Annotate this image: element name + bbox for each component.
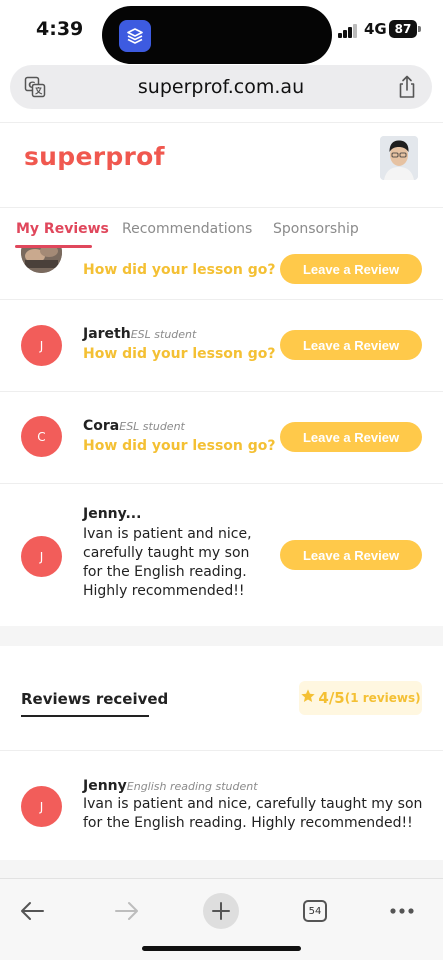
review-text: Ivan is patient and nice, carefully taug… bbox=[83, 796, 423, 831]
list-item: J JennyEnglish reading student Ivan is p… bbox=[0, 751, 443, 860]
student-role: ESL student bbox=[130, 328, 197, 341]
lesson-prompt: How did your lesson go? bbox=[83, 438, 276, 454]
leave-review-button[interactable]: Leave a Review bbox=[280, 254, 422, 284]
battery-tip bbox=[418, 26, 421, 32]
avatar: C bbox=[21, 416, 62, 457]
status-bar: 4:39 4G 87 bbox=[0, 0, 443, 64]
leave-review-button[interactable]: Leave a Review bbox=[280, 540, 422, 570]
superprof-logo[interactable]: superprof bbox=[24, 142, 165, 171]
site-header: superprof bbox=[0, 122, 443, 208]
lesson-prompt: How did your lesson go? bbox=[83, 346, 276, 362]
tab-my-reviews[interactable]: My Reviews bbox=[16, 221, 109, 237]
avatar: J bbox=[21, 786, 62, 827]
signal-icon bbox=[338, 24, 360, 38]
student-name: Jareth bbox=[83, 326, 131, 342]
tab-recommendations[interactable]: Recommendations bbox=[122, 221, 252, 237]
avatar: J bbox=[21, 325, 62, 366]
rating-badge: 4/5 (1 reviews) bbox=[299, 681, 422, 715]
list-item: How did your lesson go? Leave a Review bbox=[0, 248, 443, 300]
dynamic-island bbox=[102, 6, 332, 64]
section-title: Reviews received bbox=[21, 690, 169, 708]
browser-toolbar: 54 bbox=[0, 878, 443, 960]
review-text: Ivan is patient and nice, carefully taug… bbox=[83, 526, 252, 599]
list-item: J Jenny... Ivan is patient and nice, car… bbox=[0, 484, 443, 626]
more-icon[interactable] bbox=[380, 889, 424, 933]
lesson-prompt: How did your lesson go? bbox=[83, 262, 276, 278]
plus-icon bbox=[203, 893, 239, 929]
network-type: 4G bbox=[364, 20, 387, 38]
address-bar[interactable]: G superprof.com.au bbox=[10, 65, 432, 109]
student-name: Cora bbox=[83, 418, 120, 434]
student-role: ESL student bbox=[119, 420, 185, 433]
share-icon[interactable] bbox=[396, 75, 418, 99]
home-indicator bbox=[142, 946, 301, 951]
star-icon bbox=[300, 688, 316, 708]
student-name: Jenny... bbox=[83, 506, 142, 522]
profile-avatar[interactable] bbox=[380, 136, 418, 180]
rating-score: 4/5 bbox=[318, 689, 345, 707]
title-underline bbox=[21, 715, 149, 717]
student-name: Jenny bbox=[83, 778, 127, 794]
section-divider bbox=[0, 860, 443, 878]
tab-count: 54 bbox=[303, 900, 327, 922]
my-reviews-list: How did your lesson go? Leave a Review J… bbox=[0, 248, 443, 626]
review-tabs: My Reviews Recommendations Sponsorship bbox=[0, 208, 443, 248]
tab-sponsorship[interactable]: Sponsorship bbox=[273, 221, 359, 237]
reviews-received-section: Reviews received 4/5 (1 reviews) J Jenny… bbox=[0, 646, 443, 860]
forward-icon[interactable] bbox=[105, 889, 149, 933]
avatar bbox=[21, 248, 62, 273]
rating-count: (1 reviews) bbox=[344, 691, 421, 705]
leave-review-button[interactable]: Leave a Review bbox=[280, 330, 422, 360]
list-item: J JarethESL student How did your lesson … bbox=[0, 300, 443, 392]
app-layers-icon bbox=[119, 20, 151, 52]
student-role: English reading student bbox=[126, 780, 258, 793]
status-time: 4:39 bbox=[36, 18, 84, 40]
battery-icon: 87 bbox=[389, 20, 417, 38]
back-icon[interactable] bbox=[10, 889, 54, 933]
tabs-button[interactable]: 54 bbox=[293, 889, 337, 933]
url-text[interactable]: superprof.com.au bbox=[10, 76, 432, 98]
leave-review-button[interactable]: Leave a Review bbox=[280, 422, 422, 452]
list-item: C CoraESL student How did your lesson go… bbox=[0, 392, 443, 484]
section-divider bbox=[0, 626, 443, 646]
avatar: J bbox=[21, 536, 62, 577]
new-tab-button[interactable] bbox=[199, 889, 243, 933]
